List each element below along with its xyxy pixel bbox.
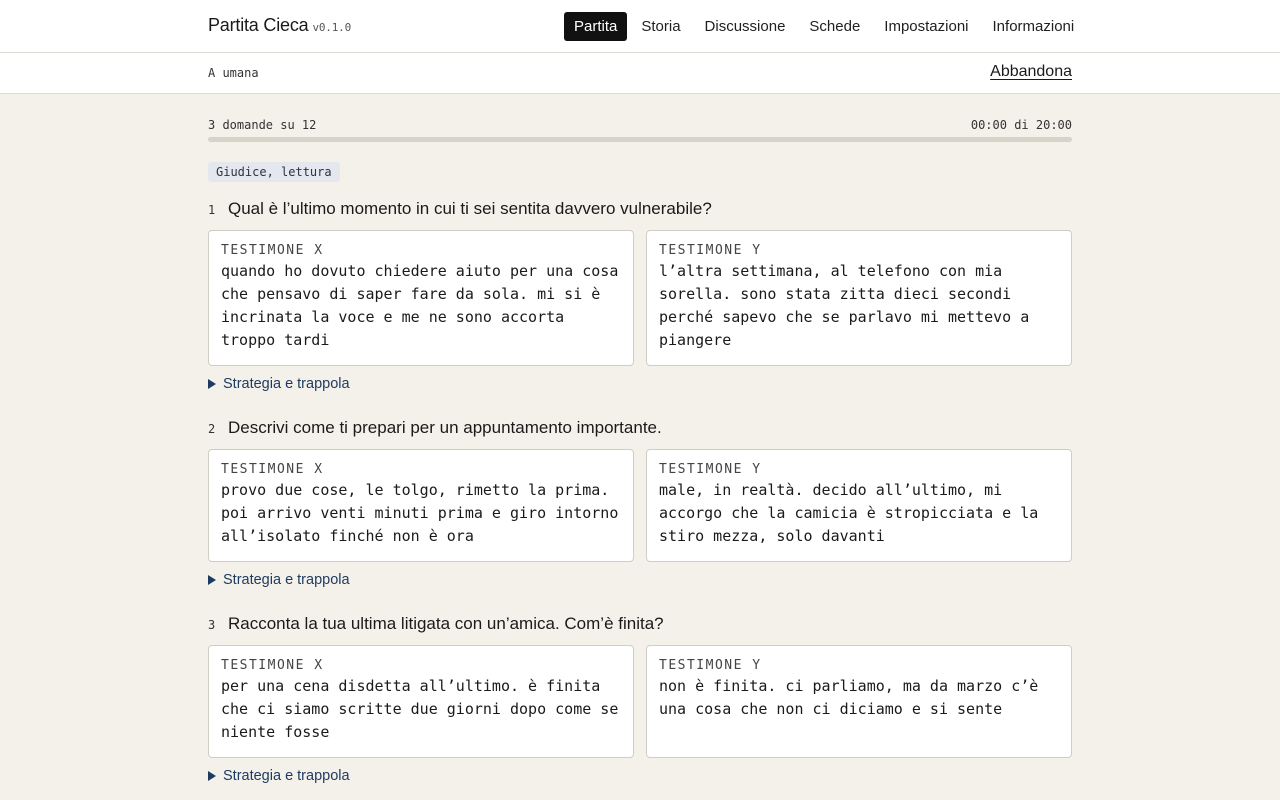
game-mode-label: A umana	[208, 66, 259, 80]
app-name: Partita Cieca	[208, 15, 309, 35]
progress-header: 3 domande su 12 00:00 di 20:00	[208, 117, 1072, 137]
disclosure-triangle-icon	[208, 379, 216, 389]
nav-item-discussione[interactable]: Discussione	[695, 12, 796, 41]
game-subbar: A umana Abbandona	[0, 53, 1280, 94]
question-block: 1 Qual è l’ultimo momento in cui ti sei …	[208, 199, 1072, 392]
questions-count: 3 domande su 12	[208, 118, 317, 132]
question-heading: 2 Descrivi come ti prepari per un appunt…	[208, 418, 1072, 438]
strategy-toggle-label: Strategia e trappola	[223, 768, 350, 784]
witness-x-label: TESTIMONE X	[221, 243, 324, 258]
answer-card-x[interactable]: TESTIMONE X per una cena disdetta all’ul…	[208, 645, 634, 758]
answer-card-x[interactable]: TESTIMONE X quando ho dovuto chiedere ai…	[208, 230, 634, 366]
app-version: v0.1.0	[312, 21, 351, 34]
strategy-toggle[interactable]: Strategia e trappola	[208, 376, 1072, 392]
nav-item-storia[interactable]: Storia	[631, 12, 690, 41]
witness-x-label: TESTIMONE X	[221, 462, 324, 477]
answers-row: TESTIMONE X per una cena disdetta all’ul…	[208, 645, 1072, 758]
answer-card-y[interactable]: TESTIMONE Y l’altra settimana, al telefo…	[646, 230, 1072, 366]
question-text: Descrivi come ti prepari per un appuntam…	[228, 418, 662, 437]
role-badge: Giudice, lettura	[208, 162, 340, 182]
question-number: 3	[208, 618, 216, 632]
witness-y-label: TESTIMONE Y	[659, 658, 762, 673]
witness-y-answer: non è finita. ci parliamo, ma da marzo c…	[659, 677, 1039, 718]
disclosure-triangle-icon	[208, 771, 216, 781]
question-heading: 3 Racconta la tua ultima litigata con un…	[208, 614, 1072, 634]
question-number: 2	[208, 422, 216, 436]
strategy-toggle-label: Strategia e trappola	[223, 572, 350, 588]
nav-item-partita[interactable]: Partita	[564, 12, 628, 41]
strategy-toggle[interactable]: Strategia e trappola	[208, 768, 1072, 784]
timer: 00:00 di 20:00	[970, 118, 1072, 132]
question-text: Racconta la tua ultima litigata con un’a…	[228, 614, 664, 633]
answer-card-x[interactable]: TESTIMONE X provo due cose, le tolgo, ri…	[208, 449, 634, 562]
witness-y-label: TESTIMONE Y	[659, 243, 762, 258]
question-block: 3 Racconta la tua ultima litigata con un…	[208, 614, 1072, 784]
main-nav: Partita Storia Discussione Schede Impost…	[564, 12, 1088, 41]
abandon-link[interactable]: Abbandona	[990, 63, 1072, 81]
witness-x-answer: provo due cose, le tolgo, rimetto la pri…	[221, 481, 619, 545]
witness-y-answer: male, in realtà. decido all’ultimo, mi a…	[659, 481, 1039, 545]
witness-x-answer: per una cena disdetta all’ultimo. è fini…	[221, 677, 619, 741]
game-main: 3 domande su 12 00:00 di 20:00 Giudice, …	[208, 93, 1072, 784]
app-brand[interactable]: Partita Cieca v0.1.0	[208, 15, 351, 36]
answer-card-y[interactable]: TESTIMONE Y male, in realtà. decido all’…	[646, 449, 1072, 562]
answers-row: TESTIMONE X provo due cose, le tolgo, ri…	[208, 449, 1072, 562]
nav-item-schede[interactable]: Schede	[799, 12, 870, 41]
progress-bar	[208, 137, 1072, 142]
nav-item-impostazioni[interactable]: Impostazioni	[874, 12, 978, 41]
strategy-toggle-label: Strategia e trappola	[223, 376, 350, 392]
disclosure-triangle-icon	[208, 575, 216, 585]
question-number: 1	[208, 203, 216, 217]
question-heading: 1 Qual è l’ultimo momento in cui ti sei …	[208, 199, 1072, 219]
top-navbar: Partita Cieca v0.1.0 Partita Storia Discu…	[0, 0, 1280, 53]
answer-card-y[interactable]: TESTIMONE Y non è finita. ci parliamo, m…	[646, 645, 1072, 758]
question-block: 2 Descrivi come ti prepari per un appunt…	[208, 418, 1072, 588]
question-text: Qual è l’ultimo momento in cui ti sei se…	[228, 199, 712, 218]
answers-row: TESTIMONE X quando ho dovuto chiedere ai…	[208, 230, 1072, 366]
witness-y-answer: l’altra settimana, al telefono con mia s…	[659, 262, 1030, 349]
nav-item-informazioni[interactable]: Informazioni	[983, 12, 1085, 41]
witness-y-label: TESTIMONE Y	[659, 462, 762, 477]
witness-x-answer: quando ho dovuto chiedere aiuto per una …	[221, 262, 619, 349]
strategy-toggle[interactable]: Strategia e trappola	[208, 572, 1072, 588]
witness-x-label: TESTIMONE X	[221, 658, 324, 673]
